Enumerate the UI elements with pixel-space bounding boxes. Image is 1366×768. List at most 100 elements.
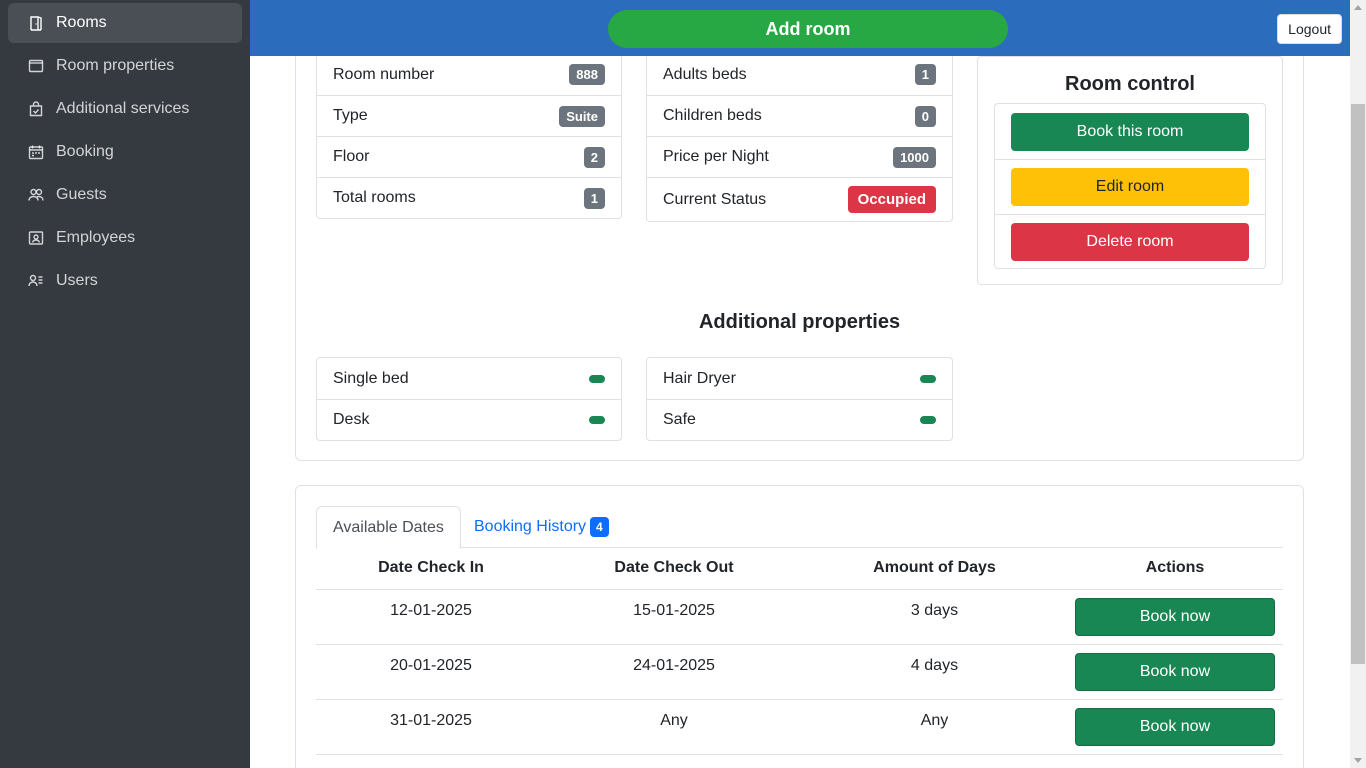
status-badge: Occupied [847, 186, 936, 213]
book-now-button[interactable]: Book now [1075, 597, 1275, 636]
room-control-title: Room control [1065, 73, 1195, 95]
sidebar-item-booking[interactable]: Booking [8, 132, 242, 172]
adults-beds-badge: 1 [914, 64, 936, 85]
floor-label: Floor [333, 148, 370, 165]
actions-cell: Book now [1067, 699, 1283, 755]
add-room-button[interactable]: Add room [608, 10, 1008, 48]
sidebar-item-label: Rooms [56, 14, 107, 31]
check-out-cell: 15-01-2025 [546, 589, 802, 645]
type-row: Type Suite [317, 95, 621, 136]
room-control-card: Room control Book this room Edit room De… [977, 56, 1283, 285]
actions-cell: Book now [1067, 644, 1283, 700]
property-label: Desk [333, 411, 370, 428]
price-per-night-badge: 1000 [893, 146, 936, 168]
adults-beds-row: Adults beds 1 [647, 54, 952, 95]
tab-label: Available Dates [333, 518, 444, 536]
available-dates-card: Available Dates Booking History 4 Date C… [295, 485, 1304, 768]
sidebar: Rooms Room properties Additional service… [0, 0, 250, 768]
tabs-bar: Available Dates Booking History 4 [316, 506, 1283, 549]
days-cell: Any [802, 699, 1067, 755]
room-number-badge: 888 [569, 64, 605, 85]
sidebar-item-users[interactable]: Users [8, 261, 242, 301]
book-now-button[interactable]: Book now [1075, 652, 1275, 691]
sidebar-item-additional-services[interactable]: Additional services [8, 89, 242, 129]
calendar-icon [27, 143, 45, 161]
book-now-button[interactable]: Book now [1075, 707, 1275, 746]
sidebar-item-rooms[interactable]: Rooms [8, 3, 242, 43]
sidebar-item-label: Room properties [56, 57, 175, 74]
property-enabled-indicator [920, 416, 936, 424]
column-header: Actions [1067, 548, 1283, 590]
type-label: Type [333, 107, 368, 124]
control-row: Edit room [995, 159, 1265, 214]
table-row: 31-01-2025 Any Any Book now [316, 699, 1283, 755]
sidebar-item-label: Booking [56, 143, 114, 160]
check-in-cell: 12-01-2025 [316, 589, 546, 645]
price-per-night-row: Price per Night 1000 [647, 136, 952, 177]
control-row: Book this room [995, 104, 1265, 159]
room-info-list-right: Adults beds 1 Children beds 0 Price per … [646, 53, 953, 222]
property-label: Hair Dryer [663, 369, 736, 387]
price-per-night-label: Price per Night [663, 148, 769, 165]
window-icon [27, 57, 45, 75]
main-content: Add room Logout Room number 888 Type Sui… [250, 0, 1350, 768]
total-rooms-row: Total rooms 1 [317, 177, 621, 218]
table-header-row: Date Check In Date Check Out Amount of D… [316, 548, 1283, 590]
room-info-list-left: Room number 888 Type Suite Floor 2 Total… [316, 53, 622, 219]
property-enabled-indicator [589, 374, 605, 383]
column-header: Amount of Days [802, 548, 1067, 590]
check-out-cell: 24-01-2025 [546, 644, 802, 700]
people-icon [27, 186, 45, 204]
room-control-list: Book this room Edit room Delete room [994, 103, 1266, 269]
property-enabled-indicator [920, 374, 936, 383]
tab-label: Booking History [474, 518, 587, 535]
room-number-label: Room number [333, 65, 435, 83]
type-badge: Suite [559, 105, 605, 127]
check-out-cell: Any [546, 699, 802, 755]
scroll-up-icon[interactable] [1354, 5, 1362, 10]
additional-properties-title: Additional properties [698, 311, 901, 333]
scrollbar-thumb[interactable] [1351, 104, 1365, 664]
days-cell: 3 days [802, 589, 1067, 645]
column-header: Date Check In [316, 548, 546, 590]
actions-cell: Book now [1067, 589, 1283, 645]
book-this-room-button[interactable]: Book this room [1011, 112, 1249, 151]
page-scrollbar[interactable] [1350, 0, 1366, 768]
children-beds-badge: 0 [914, 105, 936, 127]
column-header: Date Check Out [546, 548, 802, 590]
sidebar-item-label: Additional services [56, 100, 190, 117]
days-cell: 4 days [802, 644, 1067, 700]
sidebar-item-employees[interactable]: Employees [8, 218, 242, 258]
property-item: Safe [647, 399, 952, 440]
property-item: Hair Dryer [647, 358, 952, 399]
total-rooms-badge: 1 [583, 187, 605, 209]
tab-available-dates[interactable]: Available Dates [316, 506, 461, 549]
property-label: Single bed [333, 369, 409, 387]
sidebar-item-label: Users [56, 272, 98, 289]
person-lines-icon [27, 272, 45, 290]
booking-count-badge: 4 [590, 517, 609, 537]
total-rooms-label: Total rooms [333, 189, 416, 206]
sidebar-item-guests[interactable]: Guests [8, 175, 242, 215]
floor-badge: 2 [583, 146, 605, 168]
sidebar-item-room-properties[interactable]: Room properties [8, 46, 242, 86]
current-status-label: Current Status [663, 190, 767, 208]
available-dates-table: Date Check In Date Check Out Amount of D… [316, 548, 1283, 755]
check-in-cell: 31-01-2025 [316, 699, 546, 755]
logout-button[interactable]: Logout [1277, 14, 1342, 44]
current-status-row: Current Status Occupied [647, 177, 952, 221]
tab-booking-history[interactable]: Booking History 4 [458, 506, 625, 548]
scroll-down-icon[interactable] [1354, 758, 1362, 763]
edit-room-button[interactable]: Edit room [1011, 168, 1249, 206]
top-bar: Add room Logout [250, 0, 1350, 56]
children-beds-label: Children beds [663, 107, 762, 124]
bag-check-icon [27, 100, 45, 118]
check-in-cell: 20-01-2025 [316, 644, 546, 700]
floor-row: Floor 2 [317, 136, 621, 177]
delete-room-button[interactable]: Delete room [1011, 223, 1249, 261]
table-row: 12-01-2025 15-01-2025 3 days Book now [316, 589, 1283, 645]
sidebar-item-label: Employees [56, 229, 136, 246]
table-row: 20-01-2025 24-01-2025 4 days Book now [316, 644, 1283, 700]
adults-beds-label: Adults beds [663, 65, 747, 83]
person-badge-icon [27, 229, 45, 247]
